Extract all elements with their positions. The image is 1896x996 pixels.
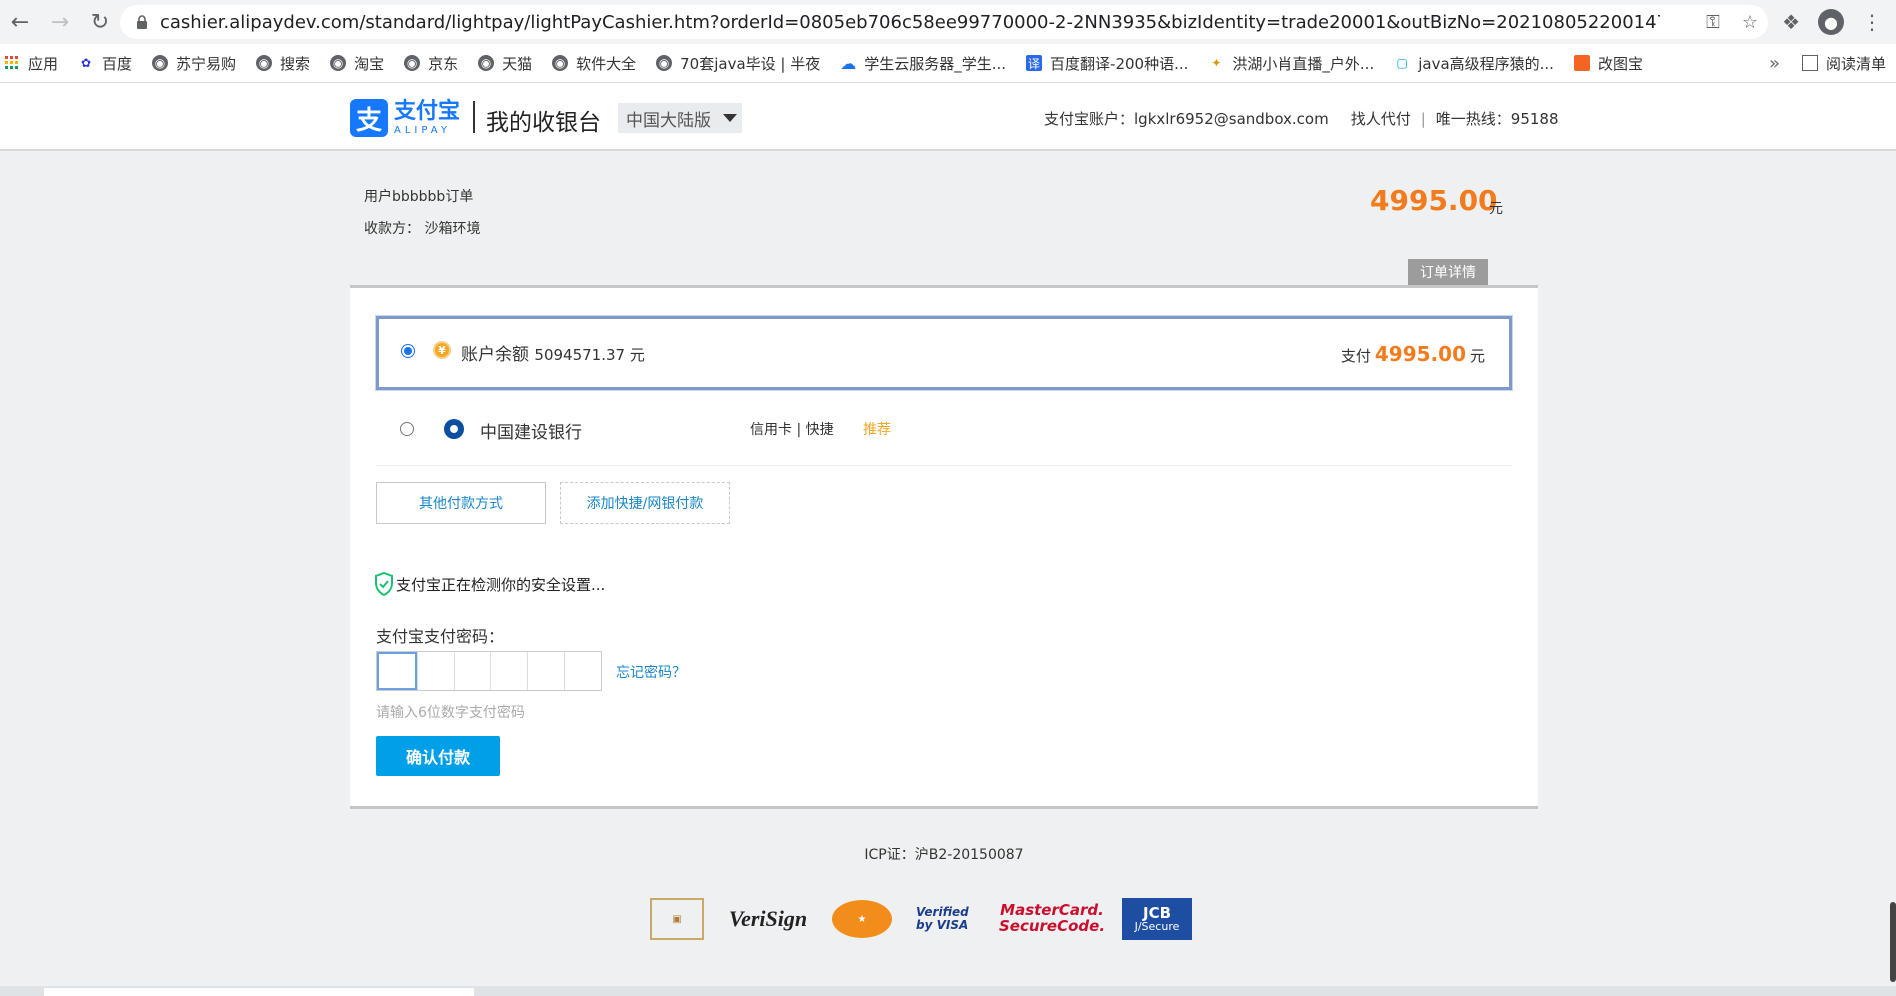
site-header: 支 支付宝 ALIPAY 我的收银台 中国大陆版 支付宝账户：lgkxlr695… xyxy=(0,83,1896,151)
globe-icon: ◉ xyxy=(656,55,673,71)
globe-icon: ◉ xyxy=(404,55,421,71)
image-tool-icon xyxy=(1573,55,1590,71)
find-payer-link[interactable]: 找人代付 xyxy=(1351,108,1411,129)
password-digit[interactable] xyxy=(527,652,564,690)
bookmark-student-cloud[interactable]: ☁ 学生云服务器_学生... xyxy=(840,53,1006,74)
hotline-label: 唯一热线：95188 xyxy=(1435,110,1559,128)
confirm-payment-button[interactable]: 确认付款 xyxy=(376,736,500,776)
status-bar xyxy=(0,986,1896,996)
alipay-logo[interactable]: 支 支付宝 ALIPAY xyxy=(350,99,460,137)
globe-icon: ◉ xyxy=(330,55,347,71)
password-digit[interactable] xyxy=(416,652,454,690)
mastercard-securecode-badge: MasterCard. SecureCode. xyxy=(998,901,1106,935)
ccb-radio[interactable] xyxy=(400,422,414,436)
bookmark-software[interactable]: ◉ 软件大全 xyxy=(552,53,636,74)
forward-icon[interactable]: → xyxy=(40,0,80,44)
browser-toolbar: ← → ↻ cashier.alipaydev.com/standard/lig… xyxy=(0,0,1896,44)
bookmarks-bar: 应用 ✿ 百度 ◉ 苏宁易购 ◉ 搜索 ◉ 淘宝 ◉ 京东 ◉ 天猫 ◉ 软件大… xyxy=(0,44,1896,83)
live-icon: ✦ xyxy=(1211,56,1222,70)
password-digit[interactable] xyxy=(490,652,527,690)
reading-list-button[interactable]: 阅读清单 xyxy=(1801,44,1886,82)
forgot-password-link[interactable]: 忘记密码？ xyxy=(616,662,686,682)
verified-by-visa-badge: Verified by VISA xyxy=(916,904,969,932)
account-label: 支付宝账户：lgkxlr6952@sandbox.com xyxy=(1044,110,1329,128)
globe-icon: ◉ xyxy=(552,55,569,71)
order-payee: 收款方： 沙箱环境 xyxy=(364,221,481,237)
divider xyxy=(376,465,1512,466)
tv-icon: ▢ xyxy=(1396,56,1408,70)
scrollbar-thumb[interactable] xyxy=(1890,902,1896,982)
balance-value: 5094571.37 元 xyxy=(534,346,645,364)
password-input[interactable] xyxy=(376,651,602,691)
bookmark-baidu[interactable]: ✿ 百度 xyxy=(78,53,132,74)
url-text[interactable]: cashier.alipaydev.com/standard/lightpay/… xyxy=(160,12,1660,33)
page-title: 我的收银台 xyxy=(486,110,601,136)
baidu-paw-icon: ✿ xyxy=(80,56,92,70)
reading-list-icon xyxy=(1801,55,1818,71)
jcb-jsecure-badge: JCB J/Secure xyxy=(1122,898,1192,940)
security-badges: ▣ VeriSign ★ Verified by VISA MasterCard… xyxy=(650,898,1216,940)
order-detail-tab[interactable]: 订单详情 xyxy=(1408,259,1488,285)
bank-label: 中国建设银行 xyxy=(480,423,582,443)
profile-avatar[interactable]: ● xyxy=(1818,9,1844,35)
bookmark-bilibili[interactable]: ▢ java高级程序猿的... xyxy=(1394,53,1554,74)
bookmark-search[interactable]: ◉ 搜索 xyxy=(256,53,310,74)
back-icon[interactable]: ← xyxy=(0,0,40,44)
bookmark-tmall[interactable]: ◉ 天猫 xyxy=(478,53,532,74)
payment-panel: ¥ 账户余额 5094571.37 元 支付 4995.00 元 中国建设银行 信用… xyxy=(350,285,1538,809)
region-dropdown[interactable]: 中国大陆版 xyxy=(618,103,742,133)
address-bar[interactable]: cashier.alipaydev.com/standard/lightpay/… xyxy=(120,5,1768,39)
bookmark-suning[interactable]: ◉ 苏宁易购 xyxy=(152,53,236,74)
bookmark-gaitubao[interactable]: 改图宝 xyxy=(1573,53,1643,74)
header-account-info: 支付宝账户：lgkxlr6952@sandbox.com 找人代付 | 唯一热线… xyxy=(1044,108,1559,129)
bookmark-apps[interactable]: 应用 xyxy=(4,53,58,74)
menu-icon[interactable]: ⋮ xyxy=(1862,10,1882,34)
bank-tags: 信用卡 | 快捷 xyxy=(750,422,834,438)
seal-badge-icon: ★ xyxy=(832,900,892,938)
caret-down-icon xyxy=(723,114,737,122)
key-icon[interactable]: ⚿ xyxy=(1706,12,1720,33)
password-hint: 请输入6位数字支付密码 xyxy=(376,705,525,721)
globe-icon: ◉ xyxy=(152,55,169,71)
balance-radio[interactable] xyxy=(401,344,415,358)
reload-icon[interactable]: ↻ xyxy=(80,0,120,44)
ccb-bank-icon xyxy=(444,419,464,439)
verisign-badge: VeriSign xyxy=(728,906,808,931)
add-bank-payment-button[interactable]: 添加快捷/网银付款 xyxy=(560,482,730,524)
translate-icon: 译 xyxy=(1026,55,1043,71)
header-divider xyxy=(473,101,475,133)
order-amount-unit: 元 xyxy=(1489,201,1503,217)
bookmarks-overflow-button[interactable]: » xyxy=(1769,44,1780,82)
globe-icon: ◉ xyxy=(256,55,273,71)
bookmark-live[interactable]: ✦ 洪湖小肖直播_户外... xyxy=(1208,53,1374,74)
bookmark-jd[interactable]: ◉ 京东 xyxy=(404,53,458,74)
globe-icon: ◉ xyxy=(478,55,495,71)
alipay-logo-icon: 支 xyxy=(350,99,388,137)
icp-license: ICP证：沪B2-20150087 xyxy=(864,847,1024,863)
cloud-icon: ☁ xyxy=(840,53,857,73)
password-digit[interactable] xyxy=(564,652,601,690)
bank-recommend-tag: 推荐 xyxy=(863,422,891,438)
order-amount: 4995.00 xyxy=(1370,184,1498,217)
password-label: 支付宝支付密码： xyxy=(376,627,505,646)
bookmark-star-icon[interactable]: ☆ xyxy=(1742,12,1758,33)
lock-icon[interactable] xyxy=(134,14,150,30)
payment-method-balance[interactable]: ¥ 账户余额 5094571.37 元 支付 4995.00 元 xyxy=(376,316,1512,390)
certificate-badge-icon: ▣ xyxy=(650,898,704,940)
other-payment-methods-button[interactable]: 其他付款方式 xyxy=(376,482,546,524)
yuan-coin-icon: ¥ xyxy=(433,341,451,359)
bookmark-baidu-translate[interactable]: 译 百度翻译-200种语... xyxy=(1026,53,1188,74)
apps-grid-icon xyxy=(4,55,20,71)
security-check-status: 支付宝正在检测你的安全设置... xyxy=(374,572,605,596)
password-digit[interactable] xyxy=(453,652,491,690)
order-title: 用户bbbbbb订单 xyxy=(364,189,474,205)
password-digit[interactable] xyxy=(377,652,417,690)
bookmark-java-projects[interactable]: ◉ 70套java毕设 | 半夜 xyxy=(656,53,820,74)
balance-pay-amount: 支付 4995.00 元 xyxy=(1340,342,1485,366)
extensions-icon[interactable]: ❖ xyxy=(1782,10,1800,34)
shield-icon xyxy=(375,572,393,596)
balance-label: 账户余额 xyxy=(461,345,529,365)
bookmark-taobao[interactable]: ◉ 淘宝 xyxy=(330,53,384,74)
